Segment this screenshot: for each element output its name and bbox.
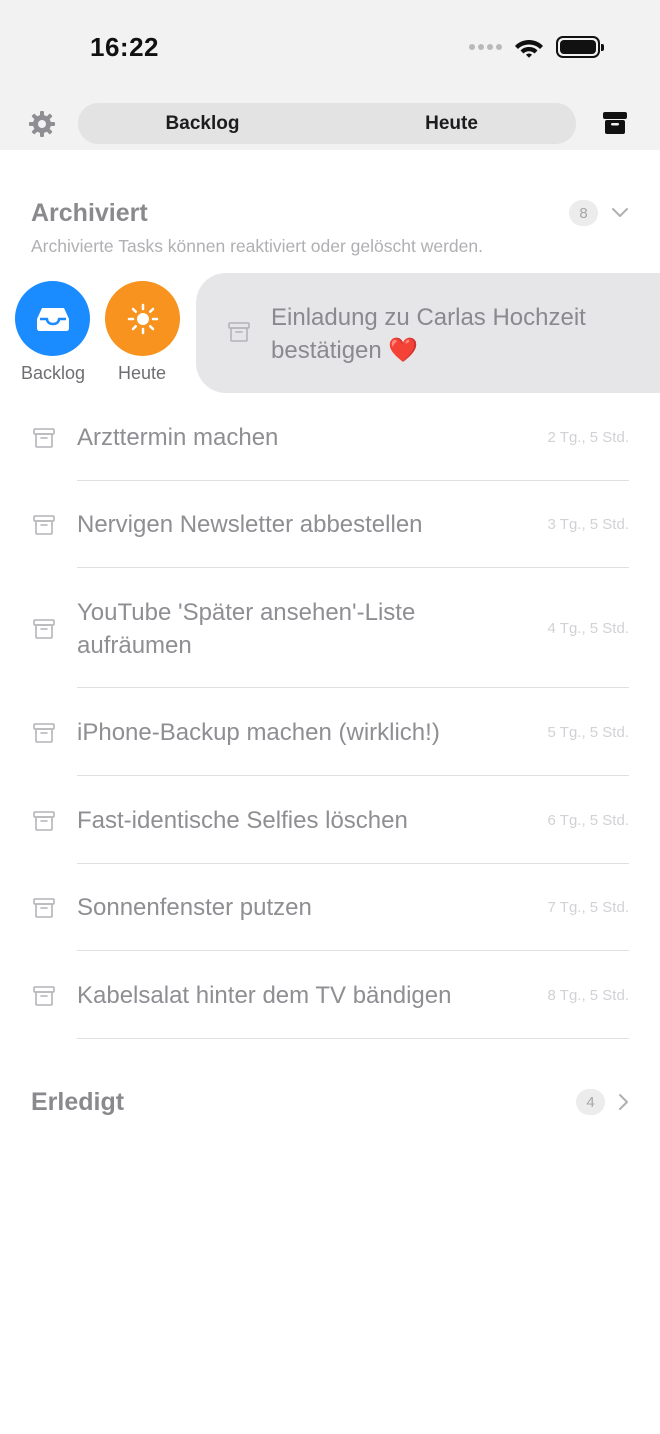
chevron-right-icon[interactable]	[617, 1093, 629, 1111]
archive-box-icon[interactable]	[602, 110, 628, 136]
move-to-today-button[interactable]	[105, 281, 180, 356]
move-to-backlog-label: Backlog	[20, 363, 86, 383]
task-title: iPhone-Backup machen (wirklich!)	[77, 719, 440, 746]
task-title: Sonnenfenster putzen	[77, 894, 312, 921]
archive-icon	[33, 428, 55, 448]
wifi-icon	[515, 40, 543, 58]
task-row[interactable]: YouTube 'Später ansehen'-Liste aufräumen…	[0, 568, 660, 688]
archive-icon	[33, 898, 55, 918]
task-age: 3 Tg., 5 Std.	[547, 516, 629, 533]
archived-section-subtitle: Archivierte Tasks können reaktiviert ode…	[31, 236, 483, 256]
task-age: 5 Tg., 5 Std.	[547, 724, 629, 741]
swiped-task-row[interactable]: Einladung zu Carlas Hochzeit bestätigen …	[196, 273, 660, 393]
status-time: 16:22	[90, 32, 159, 62]
top-bar: 16:22 Backlog Heute	[0, 0, 660, 150]
archived-section-title: Archiviert	[31, 199, 148, 227]
tab-heute[interactable]: Heute	[327, 103, 576, 144]
done-count-badge: 4	[576, 1089, 605, 1115]
task-title: YouTube 'Später ansehen'-Liste aufräumen	[77, 599, 416, 659]
settings-gear-icon[interactable]	[28, 110, 56, 138]
archive-icon	[33, 515, 55, 535]
task-title: Nervigen Newsletter abbestellen	[77, 511, 423, 538]
task-row[interactable]: Sonnenfenster putzen 7 Tg., 5 Std.	[0, 864, 660, 951]
cellular-signal-icon	[469, 44, 502, 50]
status-indicators	[469, 36, 604, 58]
task-title: Einladung zu Carlas Hochzeit bestätigen …	[271, 304, 586, 364]
archived-count-badge: 8	[569, 200, 598, 226]
task-age: 7 Tg., 5 Std.	[547, 899, 629, 916]
archive-icon	[33, 811, 55, 831]
sun-icon	[127, 303, 158, 334]
task-row[interactable]: Kabelsalat hinter dem TV bändigen 8 Tg.,…	[0, 951, 660, 1039]
chevron-down-icon[interactable]	[611, 206, 629, 220]
archive-icon	[33, 619, 55, 639]
task-title: Fast-identische Selfies löschen	[77, 807, 408, 834]
task-age: 8 Tg., 5 Std.	[547, 987, 629, 1004]
done-section-title[interactable]: Erledigt	[31, 1088, 124, 1117]
archive-icon	[228, 322, 250, 342]
task-row[interactable]: Nervigen Newsletter abbestellen 3 Tg., 5…	[0, 481, 660, 568]
task-title: Kabelsalat hinter dem TV bändigen	[77, 982, 452, 1009]
task-age: 4 Tg., 5 Std.	[547, 620, 629, 637]
move-to-backlog-button[interactable]	[15, 281, 90, 356]
tab-backlog[interactable]: Backlog	[78, 103, 327, 144]
task-row[interactable]: Fast-identische Selfies löschen 6 Tg., 5…	[0, 776, 660, 864]
view-switcher: Backlog Heute	[78, 103, 576, 144]
archive-icon	[33, 723, 55, 743]
move-to-today-label: Heute	[117, 363, 167, 383]
task-age: 6 Tg., 5 Std.	[547, 812, 629, 829]
archive-icon	[33, 986, 55, 1006]
task-row[interactable]: iPhone-Backup machen (wirklich!) 5 Tg., …	[0, 688, 660, 776]
task-title: Arzttermin machen	[77, 424, 279, 451]
task-age: 2 Tg., 5 Std.	[547, 429, 629, 446]
task-row[interactable]: Arzttermin machen 2 Tg., 5 Std.	[0, 404, 660, 481]
row-divider	[77, 1038, 629, 1039]
battery-icon	[556, 36, 604, 58]
tray-icon	[36, 307, 69, 331]
